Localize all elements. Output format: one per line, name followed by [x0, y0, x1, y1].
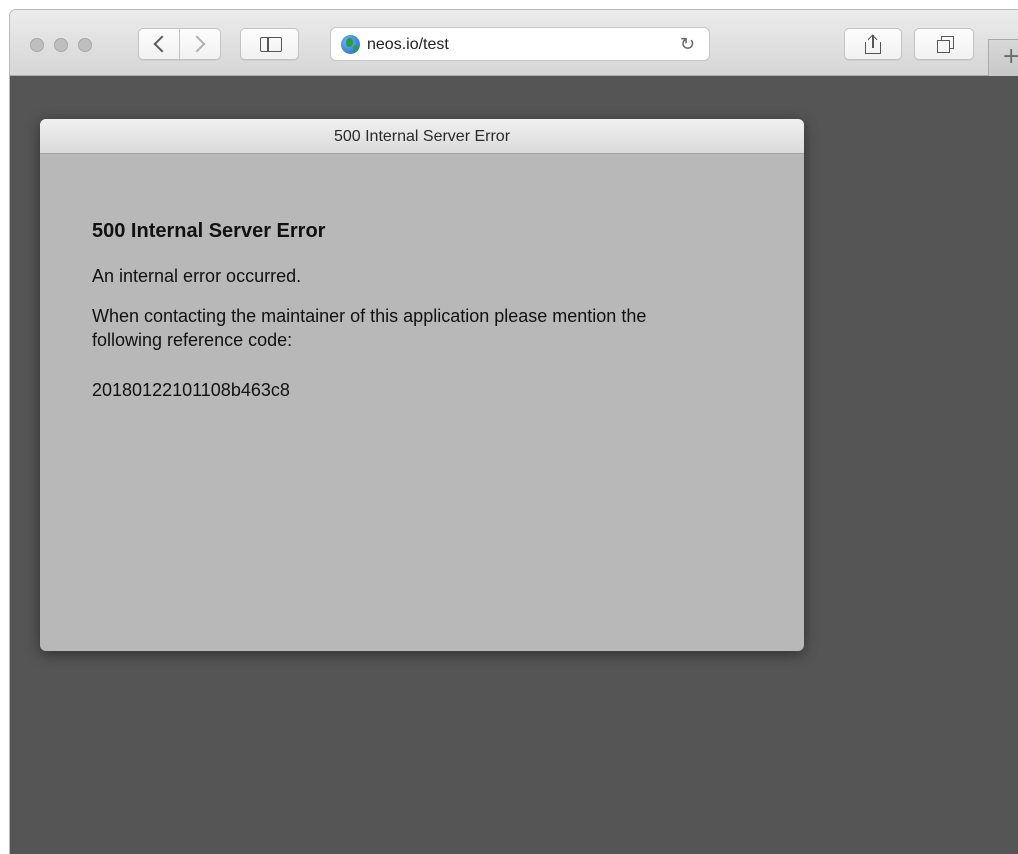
- error-detail: When contacting the maintainer of this a…: [92, 306, 647, 350]
- reference-code[interactable]: 20180122101108b463c8: [92, 380, 804, 401]
- dialog-body: 500 Internal Server Error An internal er…: [40, 154, 804, 401]
- show-tabs-button[interactable]: [914, 28, 974, 60]
- new-tab-button[interactable]: +: [988, 39, 1018, 76]
- error-message: An internal error occurred.: [92, 266, 302, 286]
- globe-icon: [341, 35, 360, 54]
- back-chevron-icon: [153, 35, 171, 53]
- minimize-window-button[interactable]: [54, 38, 68, 52]
- sidebar-toggle-button[interactable]: [240, 28, 299, 60]
- share-button[interactable]: [844, 28, 902, 60]
- forward-chevron-icon: [188, 35, 206, 53]
- address-bar[interactable]: neos.io/test ↻: [330, 27, 710, 61]
- error-heading: 500 Internal Server Error: [92, 220, 326, 242]
- share-icon: [865, 34, 881, 54]
- zoom-window-button[interactable]: [78, 38, 92, 52]
- back-button[interactable]: [138, 28, 180, 60]
- close-window-button[interactable]: [30, 38, 44, 52]
- url-text[interactable]: neos.io/test: [367, 36, 449, 54]
- error-dialog: 500 Internal Server Error 500 Internal S…: [40, 119, 804, 651]
- page-content: 500 Internal Server Error 500 Internal S…: [10, 76, 1018, 854]
- browser-window: neos.io/test ↻ + 500 Internal Server Err…: [10, 10, 1018, 854]
- dialog-title: 500 Internal Server Error: [40, 119, 804, 154]
- sidebar-icon: [260, 37, 282, 52]
- tabs-icon: [937, 36, 955, 54]
- browser-toolbar: neos.io/test ↻ +: [10, 10, 1018, 76]
- forward-button[interactable]: [179, 28, 221, 60]
- plus-icon: +: [1002, 44, 1018, 69]
- reload-icon[interactable]: ↻: [680, 34, 695, 55]
